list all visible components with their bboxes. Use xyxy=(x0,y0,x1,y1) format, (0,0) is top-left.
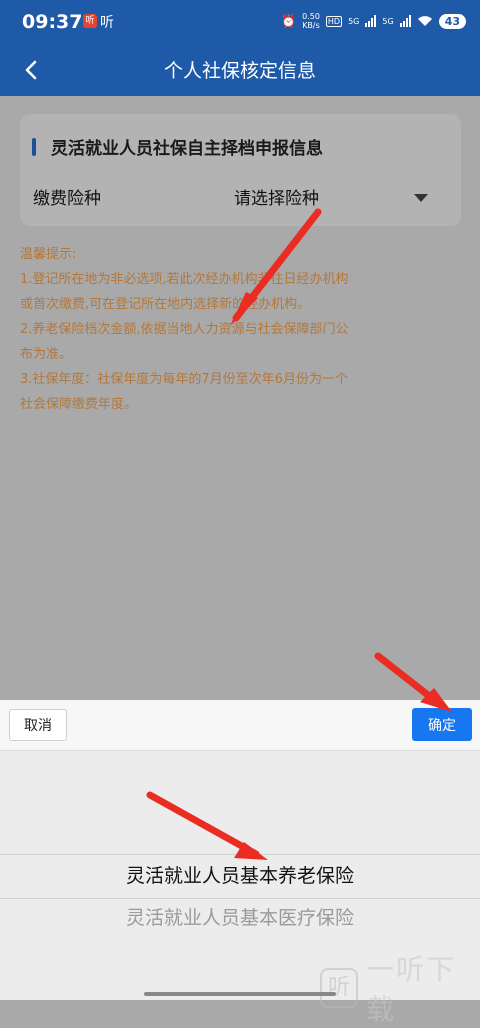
tips-line: 布为准。 xyxy=(20,347,73,362)
signal-label-1: 5G xyxy=(348,16,360,26)
hd-icon: HD xyxy=(325,15,343,27)
wifi-icon xyxy=(417,16,432,26)
status-time: 09:37 xyxy=(22,11,83,33)
signal-icon-1 xyxy=(365,15,377,27)
app-notification-icon-2: 听 xyxy=(100,15,114,31)
tips-line: 社会保障缴费年度。 xyxy=(20,397,138,412)
cancel-button[interactable]: 取消 xyxy=(9,709,67,741)
status-bar: 09:37 听 听 ⏰ 0.50 KB/s HD 5G 5G 43 xyxy=(0,0,480,44)
app-notification-icon: 听 xyxy=(83,14,97,28)
alarm-icon: ⏰ xyxy=(281,14,297,28)
tips-line: 2.养老保险档次金额,依据当地人力资源与社会保障部门公 xyxy=(20,322,349,337)
insurance-type-select[interactable]: 请选择险种 xyxy=(234,184,319,209)
picker-option-selected[interactable]: 灵活就业人员基本养老保险 xyxy=(0,854,480,899)
watermark-text: 一听下载 xyxy=(366,953,457,1026)
home-indicator xyxy=(144,992,336,996)
net-speed: 0.50 KB/s xyxy=(302,12,320,30)
page-title: 个人社保核定信息 xyxy=(163,60,316,82)
tips-heading: 温馨提示: xyxy=(20,247,77,262)
card-title: 灵活就业人员社保自主择档申报信息 xyxy=(51,139,323,159)
tips-block: 温馨提示: 1.登记所在地为非必选项,若此次经办机构非往日经办机构 或首次缴费,… xyxy=(20,242,460,417)
signal-icon-2 xyxy=(399,15,411,27)
tips-line: 或首次缴费,可在登记所在地内选择新的经办机构。 xyxy=(20,297,311,312)
content-area: 灵活就业人员社保自主择档申报信息 缴费险种 请选择险种 温馨提示: 1.登记所在… xyxy=(0,96,480,700)
confirm-button[interactable]: 确定 xyxy=(412,708,472,741)
status-indicators: ⏰ 0.50 KB/s HD 5G 5G 43 xyxy=(281,12,466,30)
tips-line: 1.登记所在地为非必选项,若此次经办机构非往日经办机构 xyxy=(20,272,349,287)
dropdown-triangle-icon[interactable] xyxy=(414,194,428,202)
battery-icon: 43 xyxy=(438,13,466,29)
app-header: 个人社保核定信息 xyxy=(0,44,480,96)
picker-toolbar: 取消 确定 xyxy=(0,700,480,751)
insurance-type-label: 缴费险种 xyxy=(33,189,101,209)
watermark-logo: 听 xyxy=(320,968,359,1008)
picker-option[interactable]: 灵活就业人员基本医疗保险 xyxy=(0,902,480,934)
signal-label-2: 5G xyxy=(382,16,394,26)
declaration-card: 灵活就业人员社保自主择档申报信息 缴费险种 请选择险种 xyxy=(20,114,461,226)
card-title-accent xyxy=(32,138,36,156)
watermark: 听 一听下载 xyxy=(320,948,480,1028)
tips-line: 3.社保年度：社保年度为每年的7月份至次年6月份为一个 xyxy=(20,372,348,387)
